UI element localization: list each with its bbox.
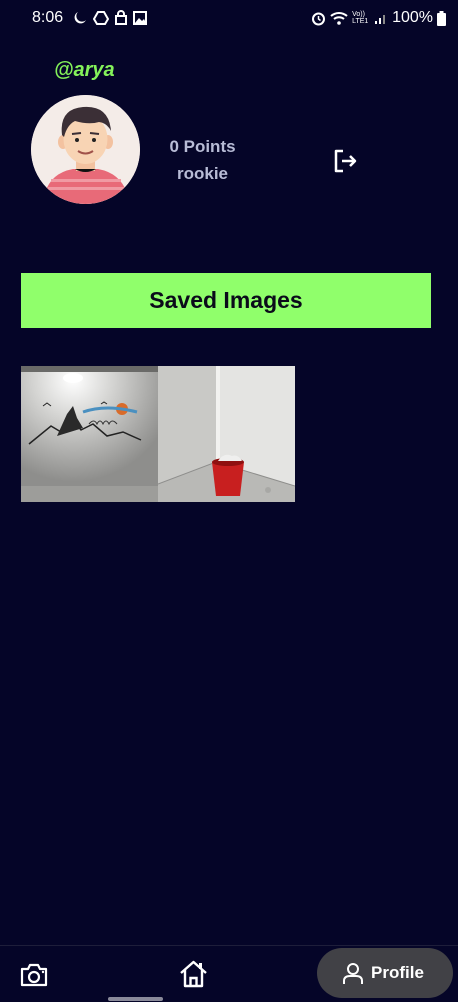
nav-home-button[interactable]	[178, 959, 209, 989]
avatar	[31, 95, 140, 204]
nav-profile-label: Profile	[371, 963, 424, 982]
signal-icon	[375, 15, 386, 24]
status-bar: 8:06 Vo)) LTE1 100%	[0, 0, 458, 36]
points-label: 0 Points	[169, 137, 236, 156]
saved-image-thumbnail[interactable]	[21, 366, 158, 502]
logout-icon	[334, 149, 357, 173]
home-icon	[180, 960, 207, 988]
alarm-icon	[312, 12, 326, 25]
red-bucket-photo	[158, 366, 295, 502]
saved-image-thumbnail[interactable]	[158, 366, 295, 502]
moon-crescent-icon	[74, 11, 86, 23]
lock-icon	[115, 10, 127, 25]
saved-images-header: Saved Images	[21, 273, 431, 328]
logout-button[interactable]	[333, 148, 359, 174]
camera-icon	[20, 963, 48, 987]
drive-icon	[93, 10, 109, 25]
username: @arya	[54, 59, 115, 81]
rank-label: rookie	[176, 164, 229, 183]
nav-camera-button[interactable]	[19, 962, 49, 988]
nav-profile-button[interactable]: Profile	[317, 948, 453, 998]
saved-images-title: Saved Images	[149, 287, 303, 313]
user-avatar-illustration	[31, 95, 140, 204]
image-icon	[133, 10, 147, 25]
wifi-icon	[330, 12, 348, 25]
status-time: 8:06	[32, 9, 64, 26]
bottom-nav: Profile	[0, 945, 458, 1002]
volte-indicator: Vo)) LTE1	[352, 11, 369, 25]
profile-icon	[343, 963, 363, 984]
status-right-icons: Vo)) LTE1 100%	[311, 9, 446, 27]
wall-art-photo	[21, 366, 158, 502]
battery-icon	[437, 10, 446, 26]
home-indicator	[108, 997, 163, 1001]
status-left-icons	[72, 10, 147, 25]
battery-percent: 100%	[392, 9, 433, 26]
